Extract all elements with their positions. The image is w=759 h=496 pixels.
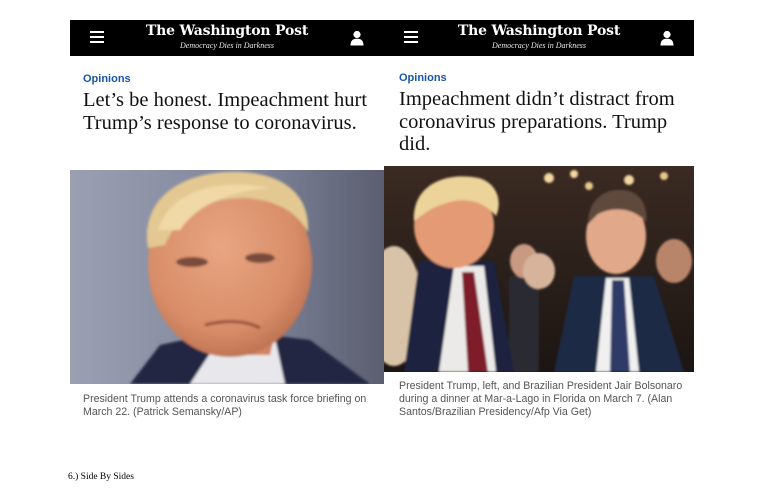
slide-footnote: 6.) Side By Sides xyxy=(68,472,134,482)
article-headline: Let’s be honest. Impeachment hurt Trump’… xyxy=(83,89,368,134)
user-account-icon[interactable] xyxy=(660,30,674,46)
site-tagline: Democracy Dies in Darkness xyxy=(492,41,586,50)
trump-bolsonaro-dinner-image xyxy=(384,166,694,372)
article-photo xyxy=(384,166,694,372)
photo-caption: President Trump attends a coronavirus ta… xyxy=(83,393,367,418)
masthead[interactable]: The Washington Post Democracy Dies in Da… xyxy=(70,22,384,51)
masthead[interactable]: The Washington Post Democracy Dies in Da… xyxy=(384,22,694,51)
site-tagline: Democracy Dies in Darkness xyxy=(180,41,274,50)
site-header: The Washington Post Democracy Dies in Da… xyxy=(70,20,384,56)
section-link[interactable]: Opinions xyxy=(83,73,131,85)
site-logo[interactable]: The Washington Post xyxy=(70,22,384,40)
trump-portrait-image xyxy=(70,170,384,384)
section-link[interactable]: Opinions xyxy=(399,72,447,84)
site-header: The Washington Post Democracy Dies in Da… xyxy=(384,20,694,56)
article-photo xyxy=(70,170,384,384)
article-headline: Impeachment didn’t distract from coronav… xyxy=(399,88,675,155)
site-logo[interactable]: The Washington Post xyxy=(384,22,694,40)
article-screenshot-right: The Washington Post Democracy Dies in Da… xyxy=(384,20,694,422)
user-account-icon[interactable] xyxy=(350,30,364,46)
article-screenshot-left: The Washington Post Democracy Dies in Da… xyxy=(70,20,384,422)
photo-caption: President Trump, left, and Brazilian Pre… xyxy=(399,380,683,418)
